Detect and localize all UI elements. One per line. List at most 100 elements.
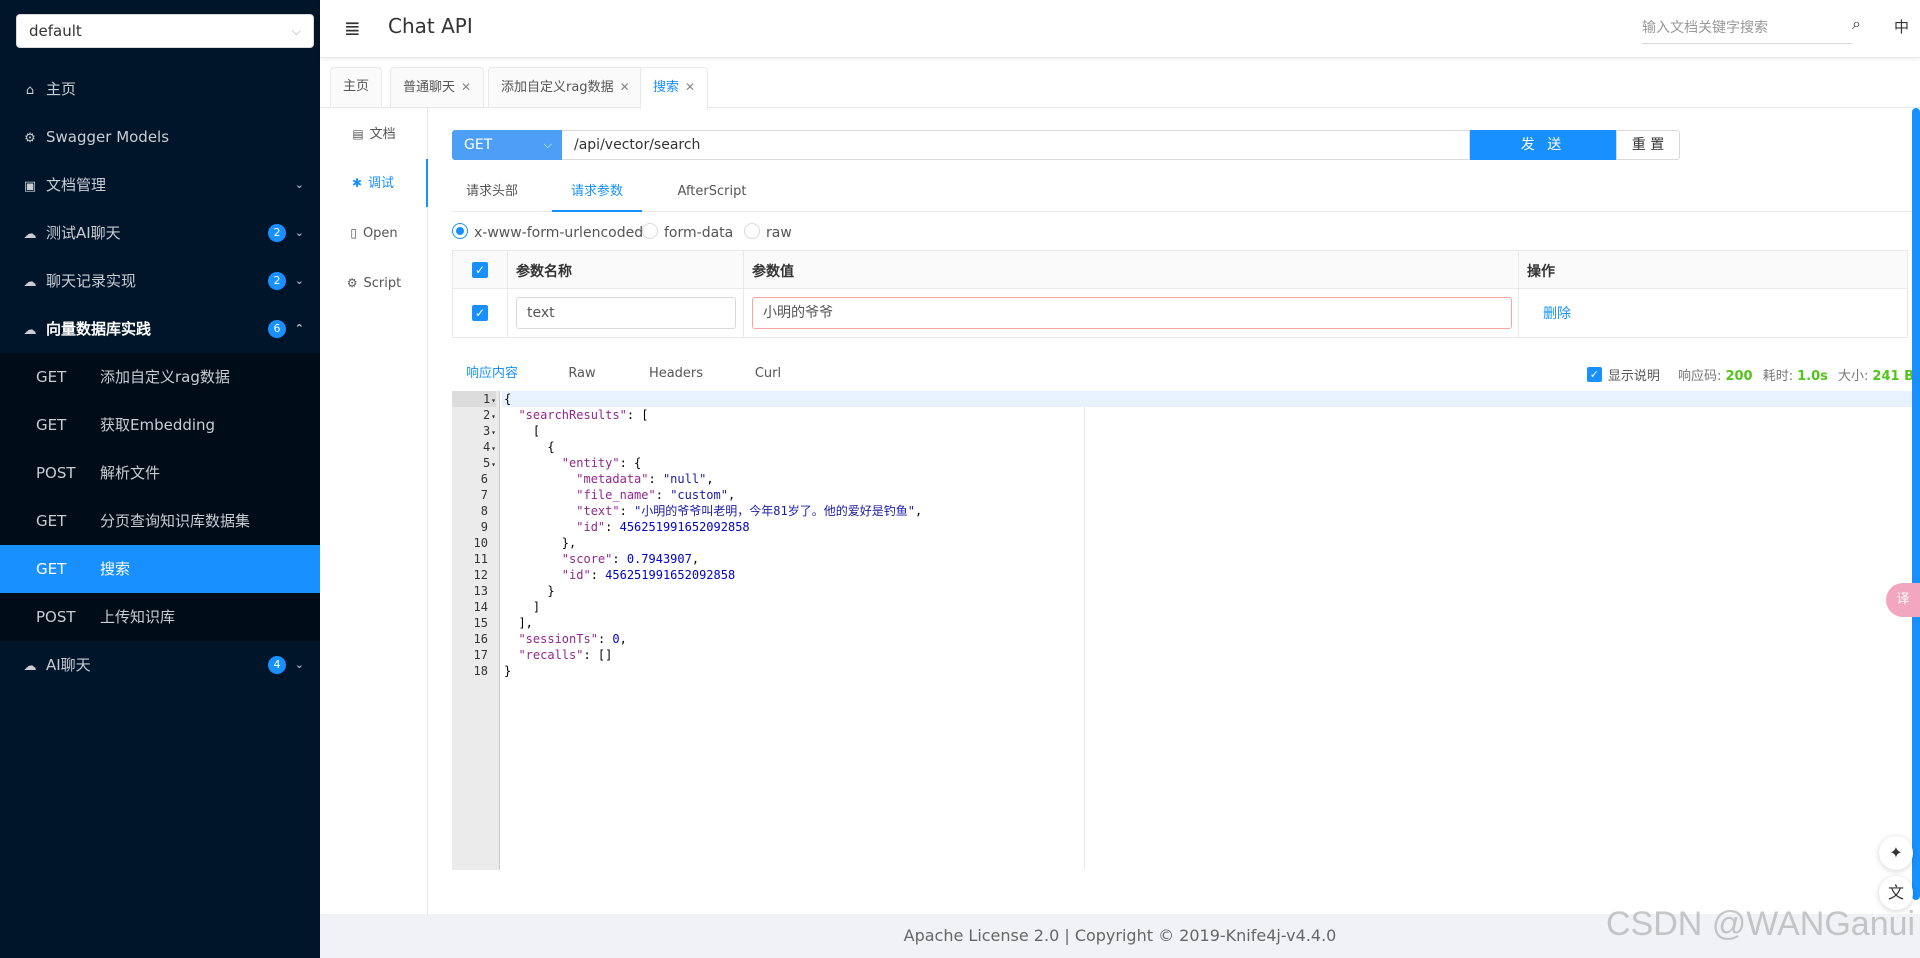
- translate-plugin-icon[interactable]: 译: [1886, 583, 1920, 617]
- radio-form-data[interactable]: form-data: [642, 222, 733, 244]
- tab-label: 普通聊天: [403, 80, 456, 95]
- line-number: 13: [473, 584, 488, 598]
- code-line: "searchResults": [: [518, 408, 649, 422]
- app-title: Chat API: [388, 14, 473, 38]
- select-all-checkbox[interactable]: ✓: [472, 262, 488, 278]
- nav-open[interactable]: ▯ Open: [320, 209, 428, 257]
- sidebar-item-label: 测试AI聊天: [46, 224, 121, 242]
- sidebar-item-chat-history[interactable]: ☁ 聊天记录实现 2 ⌄: [0, 257, 320, 305]
- api-item-active[interactable]: GET 搜索: [0, 545, 320, 593]
- code-line: "metadata": "null",: [576, 472, 714, 486]
- close-icon[interactable]: ✕: [461, 80, 471, 94]
- show-desc-checkbox[interactable]: ✓: [1586, 367, 1602, 382]
- api-item[interactable]: POST 上传知识库: [0, 593, 320, 641]
- row-check-cell: ✓: [453, 289, 508, 337]
- url-input[interactable]: /api/vector/search: [562, 130, 1470, 160]
- doc-search-input[interactable]: 输入文档关键字搜索: [1642, 14, 1852, 44]
- api-item[interactable]: POST 解析文件: [0, 449, 320, 497]
- tab-afterscript[interactable]: AfterScript: [662, 172, 762, 212]
- http-method: POST: [36, 608, 76, 626]
- line-number: 9: [480, 520, 488, 534]
- line-number: 17: [473, 648, 488, 662]
- sparkle-icon[interactable]: ✦: [1879, 836, 1913, 870]
- api-item[interactable]: GET 获取Embedding: [0, 401, 320, 449]
- tab-label: 主页: [343, 79, 370, 94]
- sidebar-item-doc-manage[interactable]: ▣ 文档管理 ⌄: [0, 161, 320, 209]
- sidebar-item-ai-chat[interactable]: ☁ AI聊天 4 ⌄: [0, 641, 320, 689]
- response-tabs: 响应内容 Raw Headers Curl ✓ 显示说明 响应码: 200 耗时: 1…: [452, 354, 1920, 394]
- response-code-editor[interactable]: 1▾ 2▾ 3▾ 4▾ 5▾ 6 7 8 9 10 11 12 13 14 15…: [452, 391, 1920, 870]
- radio-dot: [744, 223, 760, 239]
- response-size: 241 B: [1872, 369, 1914, 384]
- chevron-down-icon: ⌄: [294, 658, 304, 671]
- close-icon[interactable]: ✕: [685, 80, 695, 94]
- api-item[interactable]: GET 分页查询知识库数据集: [0, 497, 320, 545]
- sidebar-item-test-ai-chat[interactable]: ☁ 测试AI聊天 2 ⌄: [0, 209, 320, 257]
- submenu-vector-db: GET 添加自定义rag数据 GET 获取Embedding POST 解析文件…: [0, 353, 320, 641]
- line-number: 5▾: [482, 456, 496, 470]
- row-action-cell: 删除: [1519, 289, 1907, 337]
- line-number: 2▾: [482, 408, 496, 422]
- method-select[interactable]: GET ⌵: [452, 130, 562, 160]
- code-line: "id": 456251991652092858: [561, 568, 736, 582]
- line-number: 10: [473, 536, 488, 550]
- radio-label: raw: [766, 225, 792, 241]
- home-icon: ⌂: [25, 83, 35, 98]
- radio-raw[interactable]: raw: [744, 222, 792, 244]
- size-label: 大小:: [1838, 369, 1869, 384]
- group-select[interactable]: default ⌵: [16, 14, 314, 48]
- vertical-scrollbar[interactable]: [1912, 108, 1920, 900]
- status-code: 200: [1725, 369, 1753, 384]
- tab-search[interactable]: 搜索 ✕: [640, 67, 709, 109]
- code-line: }: [504, 664, 512, 678]
- tab-raw[interactable]: Raw: [552, 354, 612, 394]
- tab-curl[interactable]: Curl: [738, 354, 798, 394]
- code-line: }: [504, 584, 555, 598]
- status-code-label: 响应码:: [1678, 369, 1722, 384]
- sidebar-item-vector-db[interactable]: ☁ 向量数据库实践 6 ⌃: [0, 305, 320, 353]
- line-number: 15: [473, 616, 488, 630]
- radio-urlencoded[interactable]: x-www-form-urlencoded: [452, 222, 643, 244]
- sidebar-item-home[interactable]: ⌂ 主页: [0, 65, 320, 113]
- tab-request-params[interactable]: 请求参数: [552, 172, 642, 212]
- line-number: 16: [473, 632, 488, 646]
- search-icon[interactable]: ⌕: [1852, 14, 1861, 34]
- nav-label: Script: [363, 276, 402, 291]
- tab-add-rag[interactable]: 添加自定义rag数据 ✕: [488, 67, 643, 107]
- api-item[interactable]: GET 添加自定义rag数据: [0, 353, 320, 401]
- send-button[interactable]: 发 送: [1470, 130, 1616, 160]
- line-number: 6: [480, 472, 488, 486]
- reset-button[interactable]: 重 置: [1616, 130, 1680, 160]
- radio-label: x-www-form-urlencoded: [474, 225, 644, 241]
- delete-param-link[interactable]: 删除: [1543, 303, 1571, 323]
- tab-request-headers[interactable]: 请求头部: [452, 172, 532, 212]
- chevron-down-icon: ⌄: [294, 274, 304, 287]
- tab-response-content[interactable]: 响应内容: [452, 354, 532, 394]
- tab-headers[interactable]: Headers: [636, 354, 716, 394]
- nav-script[interactable]: ⚙ Script: [320, 259, 428, 307]
- top-header: ≣ Chat API 输入文档关键字搜索 ⌕ 中: [320, 0, 1920, 58]
- close-icon[interactable]: ✕: [620, 80, 630, 94]
- code-line: "file_name": "custom",: [576, 488, 736, 502]
- cloud-icon: ☁: [23, 227, 37, 242]
- gear-icon: ⚙: [24, 131, 36, 146]
- menu-fold-icon[interactable]: ≣: [344, 18, 364, 38]
- count-badge: 2: [268, 224, 286, 242]
- nav-debug[interactable]: ✱ 调试: [320, 159, 428, 207]
- cloud-icon: ☁: [23, 323, 37, 338]
- http-method: POST: [36, 464, 76, 482]
- language-toggle[interactable]: 中: [1894, 16, 1909, 37]
- row-checkbox[interactable]: ✓: [472, 305, 488, 321]
- radio-dot: [452, 223, 468, 239]
- sidebar-item-swagger-models[interactable]: ⚙ Swagger Models: [0, 113, 320, 161]
- nav-document[interactable]: ▤ 文档: [320, 110, 428, 158]
- tab-home[interactable]: 主页: [330, 67, 383, 107]
- param-value-input[interactable]: 小明的爷爷: [752, 297, 1512, 329]
- tab-normal-chat[interactable]: 普通聊天 ✕: [390, 67, 485, 107]
- sidebar-item-label: AI聊天: [46, 656, 91, 674]
- doc-manage-icon: ▣: [23, 179, 37, 194]
- param-name-input[interactable]: text: [516, 297, 736, 329]
- code-line: ]: [504, 600, 541, 614]
- api-name: 解析文件: [100, 464, 161, 482]
- http-method: GET: [36, 512, 67, 530]
